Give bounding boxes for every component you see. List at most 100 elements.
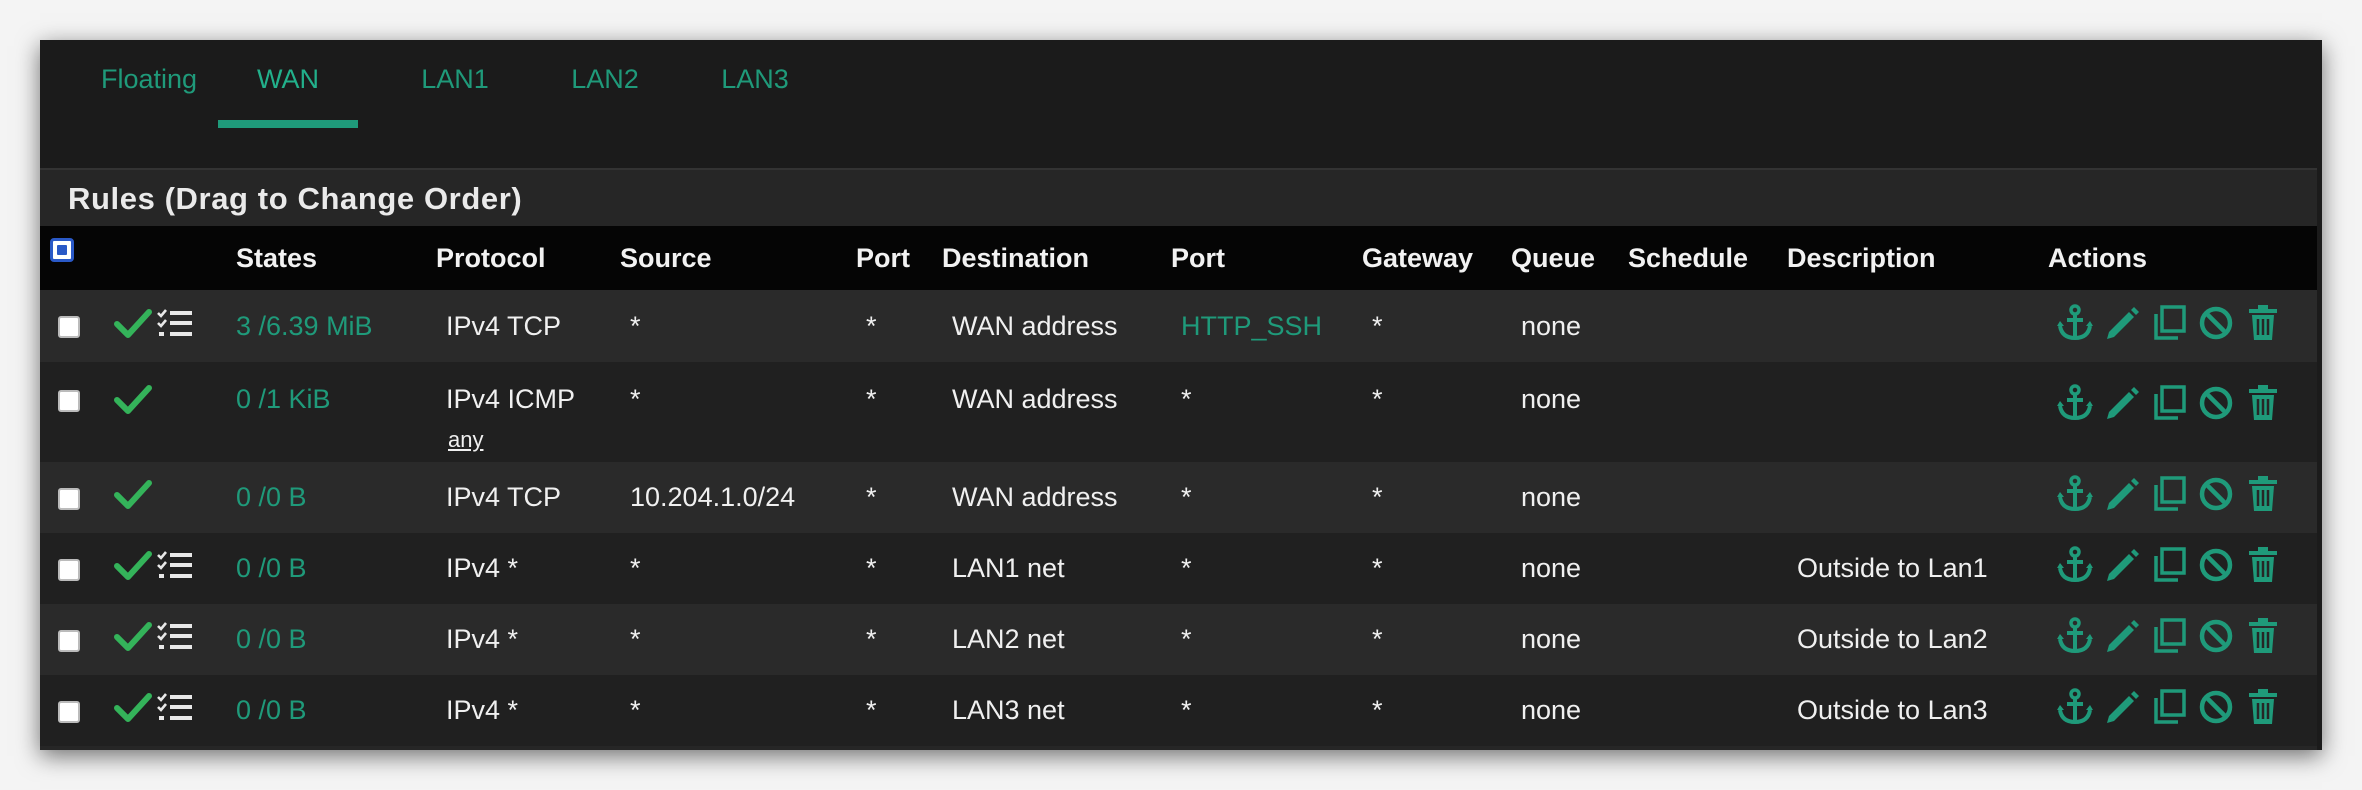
pencil-action-icon[interactable] [2103, 475, 2146, 520]
description-cell: Outside to Lan3 [1797, 695, 1988, 725]
row-checkbox[interactable] [58, 629, 80, 652]
table-row[interactable]: 3 /6.39 MiB IPv4 TCP * * WAN address HTTP_SSH… [40, 290, 2317, 362]
destination-port-cell: * [1181, 384, 1192, 414]
pencil-action-icon[interactable] [2103, 384, 2146, 429]
tab-lan3[interactable]: LAN3 [690, 40, 820, 128]
col-queue: Queue [1511, 242, 1596, 273]
schedule-cell [1628, 675, 1787, 746]
table-row[interactable]: 0 /0 B IPv4 * * * LAN1 net * * none Outside to L… [40, 533, 2317, 604]
interface-tabs: Floating WAN LAN1 LAN2 LAN3 [40, 40, 2322, 168]
tab-lan2[interactable]: LAN2 [540, 40, 670, 128]
list-icon[interactable] [156, 307, 194, 346]
table-row[interactable]: 0 /0 B IPv4 * * * LAN3 net * * none Outside to L… [40, 675, 2317, 746]
states-cell[interactable]: 3 /6.39 MiB [236, 290, 436, 362]
trash-action-icon[interactable] [2244, 546, 2287, 591]
col-actions: Actions [2048, 242, 2148, 273]
destination-port-cell: * [1181, 624, 1192, 654]
protocol-cell: IPv4 TCP [436, 462, 620, 533]
actions-cell [2048, 362, 2317, 462]
anchor-action-icon[interactable] [2056, 475, 2099, 520]
table-row[interactable]: 0 /0 B IPv4 * * * LAN2 net * * none Outside to L… [40, 604, 2317, 675]
states-cell[interactable]: 0 /0 B [236, 462, 436, 533]
select-all-checkbox[interactable] [50, 238, 74, 262]
gateway-cell: * [1372, 624, 1383, 654]
description-cell [1787, 290, 2048, 362]
pencil-action-icon[interactable] [2103, 617, 2146, 662]
disable-action-icon[interactable] [2197, 384, 2240, 429]
copy-action-icon[interactable] [2150, 617, 2193, 662]
source-cell: * [630, 310, 641, 341]
col-port: Port [856, 242, 910, 273]
trash-action-icon[interactable] [2244, 304, 2287, 349]
destination-cell: WAN address [952, 482, 1118, 512]
anchor-action-icon[interactable] [2056, 617, 2099, 662]
source-port-cell: * [866, 310, 877, 341]
rules-table: States Protocol Source Port Destination … [40, 226, 2317, 746]
table-row[interactable]: 0 /1 KiB IPv4 ICMP any * * WAN address * * none [40, 362, 2317, 462]
copy-action-icon[interactable] [2150, 546, 2193, 591]
row-checkbox[interactable] [58, 487, 80, 510]
protocol-text: IPv4 * [446, 624, 519, 654]
schedule-cell [1628, 604, 1787, 675]
row-checkbox[interactable] [58, 558, 80, 581]
gateway-cell: * [1372, 553, 1383, 583]
row-checkbox[interactable] [58, 700, 80, 723]
anchor-action-icon[interactable] [2056, 688, 2099, 733]
anchor-action-icon[interactable] [2056, 546, 2099, 591]
protocol-cell: IPv4 * [436, 604, 620, 675]
destination-port-cell[interactable]: HTTP_SSH [1171, 290, 1362, 362]
pencil-action-icon[interactable] [2103, 688, 2146, 733]
states-cell[interactable]: 0 /1 KiB [236, 362, 436, 462]
disable-action-icon[interactable] [2197, 475, 2240, 520]
actions-cell [2048, 604, 2317, 675]
disable-action-icon[interactable] [2197, 617, 2240, 662]
tab-lan1[interactable]: LAN1 [390, 40, 520, 128]
disable-action-icon[interactable] [2197, 688, 2240, 733]
status-icons [106, 604, 236, 675]
states-cell[interactable]: 0 /0 B [236, 675, 436, 746]
icmp-subtype-link[interactable]: any [448, 427, 620, 453]
check-icon [114, 621, 152, 658]
protocol-text: IPv4 TCP [446, 310, 562, 341]
table-row[interactable]: 0 /0 B IPv4 TCP 10.204.1.0/24 * WAN address *… [40, 462, 2317, 533]
pencil-action-icon[interactable] [2103, 546, 2146, 591]
description-cell: Outside to Lan2 [1797, 624, 1988, 654]
list-icon[interactable] [156, 691, 194, 730]
pencil-action-icon[interactable] [2103, 304, 2146, 349]
source-port-cell: * [866, 695, 877, 725]
queue-cell: none [1521, 695, 1582, 725]
description-cell [1787, 462, 2048, 533]
row-checkbox[interactable] [58, 316, 80, 339]
copy-action-icon[interactable] [2150, 688, 2193, 733]
trash-action-icon[interactable] [2244, 617, 2287, 662]
anchor-action-icon[interactable] [2056, 303, 2099, 349]
anchor-action-icon[interactable] [2056, 384, 2099, 429]
copy-action-icon[interactable] [2150, 475, 2193, 520]
source-port-cell: * [866, 624, 877, 654]
check-icon [114, 550, 152, 587]
trash-action-icon[interactable] [2244, 475, 2287, 520]
trash-action-icon[interactable] [2244, 688, 2287, 733]
destination-cell: WAN address [952, 310, 1118, 341]
destination-cell: WAN address [952, 384, 1118, 414]
schedule-cell [1628, 290, 1787, 362]
copy-action-icon[interactable] [2150, 384, 2193, 429]
source-cell: * [630, 624, 641, 654]
list-icon[interactable] [156, 549, 194, 588]
copy-action-icon[interactable] [2150, 304, 2193, 349]
tab-wan[interactable]: WAN [218, 40, 358, 128]
states-cell[interactable]: 0 /0 B [236, 604, 436, 675]
states-cell[interactable]: 0 /0 B [236, 533, 436, 604]
protocol-cell: IPv4 ICMP any [436, 362, 620, 462]
schedule-cell [1628, 462, 1787, 533]
trash-action-icon[interactable] [2244, 384, 2287, 429]
table-header: States Protocol Source Port Destination … [40, 226, 2317, 290]
disable-action-icon[interactable] [2197, 304, 2240, 349]
destination-cell: LAN3 net [952, 695, 1065, 725]
source-cell: * [630, 384, 641, 414]
protocol-text: IPv4 * [446, 553, 519, 583]
disable-action-icon[interactable] [2197, 546, 2240, 591]
row-checkbox[interactable] [58, 389, 80, 412]
list-icon[interactable] [156, 620, 194, 659]
tab-floating[interactable]: Floating [74, 40, 224, 128]
